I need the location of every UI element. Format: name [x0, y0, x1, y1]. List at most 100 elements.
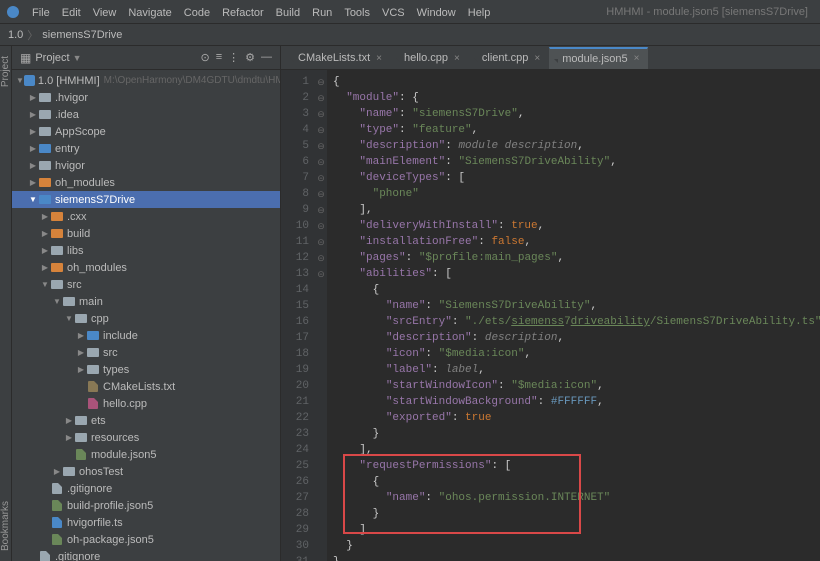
chevron-icon[interactable]: ▼: [40, 280, 50, 289]
chevron-icon[interactable]: ▶: [28, 178, 38, 187]
menu-tools[interactable]: Tools: [338, 7, 376, 19]
code-line[interactable]: "icon": "$media:icon",: [333, 346, 820, 362]
menu-help[interactable]: Help: [462, 7, 497, 19]
chevron-icon[interactable]: ▼: [64, 314, 74, 323]
tree-item--idea[interactable]: ▶.idea: [12, 106, 280, 123]
code-line[interactable]: ],: [333, 202, 820, 218]
tree-item-cpp[interactable]: ▼cpp: [12, 310, 280, 327]
tree-item-build[interactable]: ▶build: [12, 225, 280, 242]
chevron-icon[interactable]: ▶: [28, 110, 38, 119]
code-editor[interactable]: 1234567891011121314151617181920212223242…: [281, 70, 820, 561]
code-line[interactable]: "installationFree": false,: [333, 234, 820, 250]
bookmarks-tool-label[interactable]: Bookmarks: [0, 501, 11, 551]
code-line[interactable]: ],: [333, 442, 820, 458]
project-panel-title[interactable]: Project: [35, 52, 69, 64]
code-line[interactable]: {: [333, 74, 820, 90]
tab-module-json5[interactable]: module.json5×: [549, 47, 648, 69]
tree-item-1-0--hmhmi-[interactable]: ▼1.0 [HMHMI]M:\OpenHarmony\DM4GDTU\dmdtu…: [12, 72, 280, 89]
code-line[interactable]: }: [333, 538, 820, 554]
tree-item-libs[interactable]: ▶libs: [12, 242, 280, 259]
code-line[interactable]: "startWindowIcon": "$media:icon",: [333, 378, 820, 394]
breadcrumb-item[interactable]: 1.0: [8, 29, 23, 41]
menu-window[interactable]: Window: [411, 7, 462, 19]
code-line[interactable]: "phone": [333, 186, 820, 202]
select-opened-file-icon[interactable]: ⊙: [200, 51, 209, 64]
code-line[interactable]: "srcEntry": "./ets/siemenss7driveability…: [333, 314, 820, 330]
tab-hello-cpp[interactable]: hello.cpp×: [391, 47, 469, 69]
code-line[interactable]: "name": "ohos.permission.INTERNET": [333, 490, 820, 506]
chevron-icon[interactable]: ▶: [64, 433, 74, 442]
close-icon[interactable]: ×: [634, 53, 640, 64]
chevron-icon[interactable]: ▶: [52, 467, 62, 476]
code-line[interactable]: }: [333, 554, 820, 561]
tree-item-oh-package-json5[interactable]: oh-package.json5: [12, 531, 280, 548]
project-tree[interactable]: ▼1.0 [HMHMI]M:\OpenHarmony\DM4GDTU\dmdtu…: [12, 70, 280, 561]
gear-icon[interactable]: ⚙: [245, 51, 255, 64]
tree-item--gitignore[interactable]: .gitignore: [12, 480, 280, 497]
code-line[interactable]: "requestPermissions": [: [333, 458, 820, 474]
tree-item-src[interactable]: ▶src: [12, 344, 280, 361]
tree-item-cmakelists-txt[interactable]: CMakeLists.txt: [12, 378, 280, 395]
menu-file[interactable]: File: [26, 7, 56, 19]
close-icon[interactable]: ×: [534, 53, 540, 64]
code-line[interactable]: "deliveryWithInstall": true,: [333, 218, 820, 234]
code-line[interactable]: {: [333, 474, 820, 490]
chevron-icon[interactable]: ▶: [40, 263, 50, 272]
menu-edit[interactable]: Edit: [56, 7, 87, 19]
tree-item-include[interactable]: ▶include: [12, 327, 280, 344]
close-icon[interactable]: ×: [454, 53, 460, 64]
tab-cmakelists-txt[interactable]: CMakeLists.txt×: [285, 47, 391, 69]
collapse-all-icon[interactable]: ⋮: [228, 51, 239, 64]
menu-code[interactable]: Code: [178, 7, 216, 19]
chevron-icon[interactable]: ▼: [52, 297, 62, 306]
breadcrumb-item[interactable]: siemensS7Drive: [42, 29, 122, 41]
code-line[interactable]: "mainElement": "SiemensS7DriveAbility",: [333, 154, 820, 170]
tree-item-ohostest[interactable]: ▶ohosTest: [12, 463, 280, 480]
code-line[interactable]: "name": "siemensS7Drive",: [333, 106, 820, 122]
tree-item-entry[interactable]: ▶entry: [12, 140, 280, 157]
tree-item-module-json5[interactable]: module.json5: [12, 446, 280, 463]
hide-icon[interactable]: —: [261, 51, 272, 64]
chevron-icon[interactable]: ▶: [28, 93, 38, 102]
menu-refactor[interactable]: Refactor: [216, 7, 270, 19]
tab-client-cpp[interactable]: client.cpp×: [469, 47, 549, 69]
chevron-down-icon[interactable]: ▼: [73, 53, 82, 63]
chevron-icon[interactable]: ▶: [28, 127, 38, 136]
chevron-icon[interactable]: ▶: [40, 212, 50, 221]
chevron-icon[interactable]: ▶: [28, 161, 38, 170]
menu-build[interactable]: Build: [270, 7, 306, 19]
chevron-icon[interactable]: ▶: [76, 348, 86, 357]
menu-navigate[interactable]: Navigate: [122, 7, 177, 19]
tree-item-ets[interactable]: ▶ets: [12, 412, 280, 429]
tree-item--hvigor[interactable]: ▶.hvigor: [12, 89, 280, 106]
chevron-icon[interactable]: ▶: [28, 144, 38, 153]
code-line[interactable]: "pages": "$profile:main_pages",: [333, 250, 820, 266]
code-line[interactable]: ]: [333, 522, 820, 538]
code-line[interactable]: "name": "SiemensS7DriveAbility",: [333, 298, 820, 314]
code-line[interactable]: "exported": true: [333, 410, 820, 426]
code-line[interactable]: }: [333, 426, 820, 442]
chevron-icon[interactable]: ▶: [40, 246, 50, 255]
code-line[interactable]: "label": label,: [333, 362, 820, 378]
tree-item-siemenss7drive[interactable]: ▼siemensS7Drive: [12, 191, 280, 208]
chevron-icon[interactable]: ▼: [16, 76, 24, 85]
code-line[interactable]: "module": {: [333, 90, 820, 106]
menu-run[interactable]: Run: [306, 7, 338, 19]
code-line[interactable]: }: [333, 506, 820, 522]
tree-item-build-profile-json5[interactable]: build-profile.json5: [12, 497, 280, 514]
tree-item-appscope[interactable]: ▶AppScope: [12, 123, 280, 140]
chevron-icon[interactable]: ▶: [64, 416, 74, 425]
code-line[interactable]: "deviceTypes": [: [333, 170, 820, 186]
code-line[interactable]: "abilities": [: [333, 266, 820, 282]
fold-gutter[interactable]: ⊖⊖⊖⊖⊖⊝⊝⊖⊖⊝⊝⊝⊝: [315, 70, 327, 561]
menu-vcs[interactable]: VCS: [376, 7, 411, 19]
chevron-icon[interactable]: ▶: [76, 331, 86, 340]
tree-item-resources[interactable]: ▶resources: [12, 429, 280, 446]
tree-item-src[interactable]: ▼src: [12, 276, 280, 293]
close-icon[interactable]: ×: [376, 53, 382, 64]
tree-item-main[interactable]: ▼main: [12, 293, 280, 310]
code-line[interactable]: {: [333, 282, 820, 298]
expand-all-icon[interactable]: ≡: [216, 51, 222, 64]
code-body[interactable]: { "module": { "name": "siemensS7Drive", …: [327, 70, 820, 561]
tree-item-oh-modules[interactable]: ▶oh_modules: [12, 174, 280, 191]
